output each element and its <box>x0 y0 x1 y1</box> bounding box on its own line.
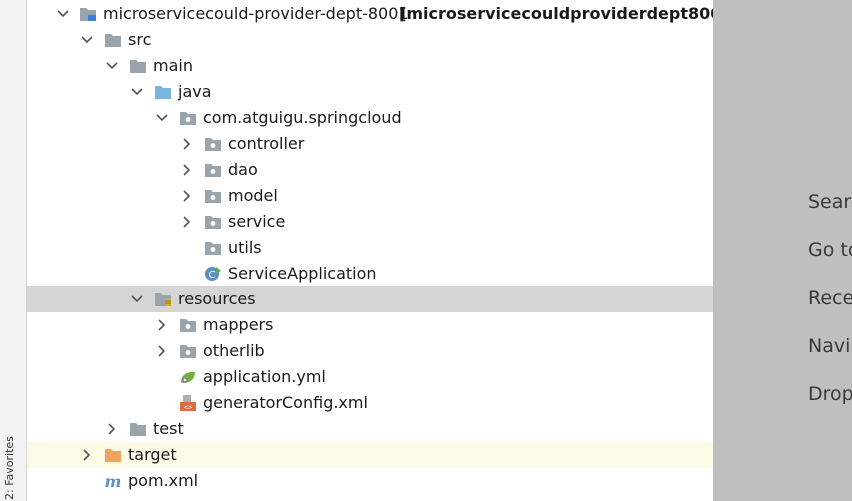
spring-config-icon <box>179 368 197 386</box>
package-icon <box>204 187 222 205</box>
tree-row-java[interactable]: java <box>27 79 713 105</box>
tree-row-otherlib[interactable]: otherlib <box>27 338 713 364</box>
chevron-down-icon[interactable] <box>79 27 95 53</box>
tree-row-application-yml[interactable]: application.yml <box>27 364 713 390</box>
tree-row-target[interactable]: target <box>27 442 713 468</box>
package-icon <box>204 161 222 179</box>
package-icon <box>179 342 197 360</box>
tree-row-mappers[interactable]: mappers <box>27 312 713 338</box>
test-label: test <box>153 419 184 438</box>
favorites-tool-button[interactable]: 2: Favorites <box>3 436 16 500</box>
chevron-right-icon[interactable] <box>104 416 120 442</box>
service-application-label: ServiceApplication <box>228 264 377 283</box>
service-label: service <box>228 212 286 231</box>
utils-label: utils <box>228 238 262 257</box>
module-name-label: microservicecould-provider-dept-8001 <box>103 4 409 23</box>
tree-row-module[interactable]: microservicecould-provider-dept-8001 [mi… <box>27 1 713 27</box>
tree-row-resources[interactable]: resources <box>27 286 713 312</box>
chevron-right-icon[interactable] <box>154 338 170 364</box>
chevron-right-icon[interactable] <box>154 312 170 338</box>
source-folder-icon <box>154 83 172 101</box>
tree-row-src[interactable]: src <box>27 27 713 53</box>
left-tool-strip: 2: Favorites <box>0 0 27 501</box>
pom-label: pom.xml <box>128 471 199 490</box>
tree-row-pom[interactable]: m pom.xml <box>27 468 713 494</box>
xml-file-icon: <> <box>179 394 197 412</box>
hint-goto: Go to <box>808 239 852 261</box>
tree-row-model[interactable]: model <box>27 183 713 209</box>
project-tree[interactable]: microservicecould-provider-dept-8001 [mi… <box>27 0 713 501</box>
generator-config-label: generatorConfig.xml <box>203 393 368 412</box>
tree-row-utils[interactable]: utils <box>27 235 713 261</box>
tree-row-test[interactable]: test <box>27 416 713 442</box>
chevron-right-icon[interactable] <box>179 131 195 157</box>
chevron-right-icon[interactable] <box>179 183 195 209</box>
mappers-label: mappers <box>203 315 274 334</box>
maven-icon: m <box>104 472 122 491</box>
excluded-folder-icon <box>104 446 122 464</box>
svg-text:m: m <box>105 472 122 490</box>
model-label: model <box>228 186 278 205</box>
target-label: target <box>128 445 177 464</box>
module-tag-label: [microservicecouldproviderdept8001] <box>399 4 713 23</box>
tree-row-controller[interactable]: controller <box>27 131 713 157</box>
dao-label: dao <box>228 160 258 179</box>
chevron-down-icon[interactable] <box>129 79 145 105</box>
hint-navigation: Navi <box>808 335 851 357</box>
otherlib-label: otherlib <box>203 341 265 360</box>
spring-boot-class-icon: C <box>204 265 222 283</box>
java-label: java <box>178 82 212 101</box>
controller-label: controller <box>228 134 305 153</box>
package-icon <box>179 316 197 334</box>
chevron-down-icon[interactable] <box>55 1 71 27</box>
package-label: com.atguigu.springcloud <box>203 108 402 127</box>
main-label: main <box>153 56 193 75</box>
package-icon <box>179 109 197 127</box>
package-icon <box>204 135 222 153</box>
folder-icon <box>104 31 122 49</box>
chevron-down-icon[interactable] <box>129 286 145 312</box>
folder-icon <box>129 57 147 75</box>
editor-empty-panel: Searc Go to Rece Navi Drop <box>713 0 852 501</box>
resources-folder-icon <box>154 290 172 308</box>
tree-row-service[interactable]: service <box>27 209 713 235</box>
application-yml-label: application.yml <box>203 367 326 386</box>
chevron-right-icon[interactable] <box>179 209 195 235</box>
tree-row-service-application[interactable]: C ServiceApplication <box>27 261 713 287</box>
package-icon <box>204 213 222 231</box>
package-icon <box>204 239 222 257</box>
chevron-right-icon[interactable] <box>179 157 195 183</box>
tree-row-generator-config[interactable]: <> generatorConfig.xml <box>27 390 713 416</box>
svg-text:<>: <> <box>184 404 192 412</box>
tree-row-main[interactable]: main <box>27 53 713 79</box>
chevron-down-icon[interactable] <box>104 53 120 79</box>
folder-icon <box>129 420 147 438</box>
src-label: src <box>128 30 152 49</box>
chevron-right-icon[interactable] <box>79 442 95 468</box>
hint-drop: Drop <box>808 383 852 405</box>
hint-search: Searc <box>808 191 852 213</box>
svg-text:C: C <box>209 270 216 281</box>
tree-row-package[interactable]: com.atguigu.springcloud <box>27 105 713 131</box>
resources-label: resources <box>178 289 256 308</box>
tree-row-dao[interactable]: dao <box>27 157 713 183</box>
module-folder-icon <box>79 5 97 23</box>
chevron-down-icon[interactable] <box>154 105 170 131</box>
hint-recent: Rece <box>808 287 852 309</box>
